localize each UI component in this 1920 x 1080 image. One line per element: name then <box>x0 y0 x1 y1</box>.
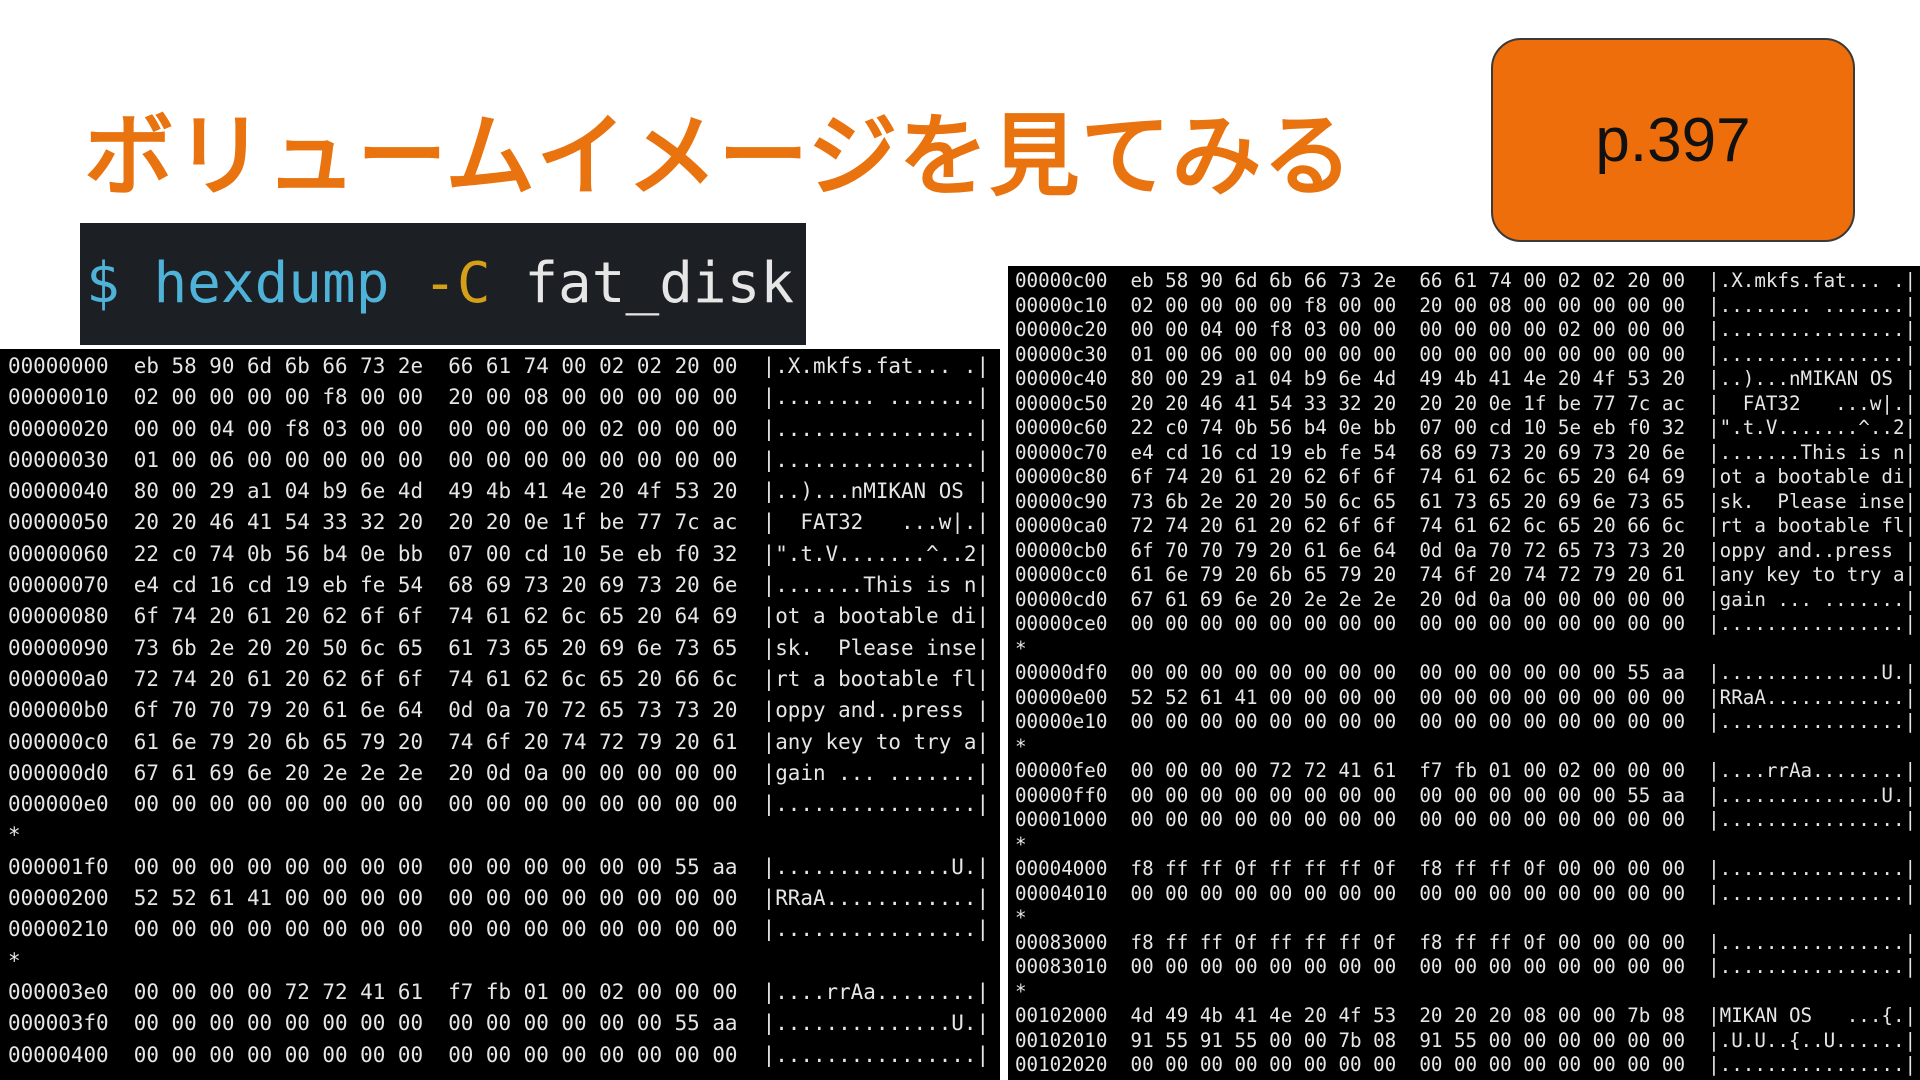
hexdump-line: 00004010 00 00 00 00 00 00 00 00 00 00 0… <box>1015 881 1917 905</box>
hexdump-line: * <box>1015 832 1027 856</box>
page-number-label: p.397 <box>1595 105 1751 175</box>
hexdump-line: 00000c80 6f 74 20 61 20 62 6f 6f 74 61 6… <box>1015 465 1917 488</box>
hexdump-line: 00000070 e4 cd 16 cd 19 eb fe 54 68 69 7… <box>8 573 990 598</box>
hexdump-line: 00083000 f8 ff ff 0f ff ff ff 0f f8 ff f… <box>1015 930 1917 954</box>
hexdump-line: 00000010 02 00 00 00 00 f8 00 00 20 00 0… <box>8 385 990 410</box>
hexdump-line: 000000a0 72 74 20 61 20 62 6f 6f 74 61 6… <box>8 666 990 691</box>
hexdump-line: 00000c10 02 00 00 00 00 f8 00 00 20 00 0… <box>1015 293 1917 317</box>
hexdump-line: 00083010 00 00 00 00 00 00 00 00 00 00 0… <box>1015 955 1917 978</box>
hexdump-line: 00000ca0 72 74 20 61 20 62 6f 6f 74 61 6… <box>1015 514 1917 537</box>
hexdump-line: 00000ff0 00 00 00 00 00 00 00 00 00 00 0… <box>1015 783 1917 807</box>
command-program: hexdump <box>153 251 390 316</box>
hexdump-line: 00001000 00 00 00 00 00 00 00 00 00 00 0… <box>1015 808 1917 831</box>
hexdump-line: 00000090 73 6b 2e 20 20 50 6c 65 61 73 6… <box>8 635 990 660</box>
hexdump-line: 00000c40 80 00 29 a1 04 b9 6e 4d 49 4b 4… <box>1015 367 1917 390</box>
hexdump-line: 00000050 20 20 46 41 54 33 32 20 20 20 0… <box>8 510 990 535</box>
hexdump-line: * <box>1015 734 1027 758</box>
hexdump-line: 00102000 4d 49 4b 41 4e 20 4f 53 20 20 2… <box>1015 1004 1917 1027</box>
hexdump-line: 000000d0 67 61 69 6e 20 2e 2e 2e 20 0d 0… <box>8 760 990 785</box>
shell-prompt: $ <box>86 251 120 316</box>
hexdump-line: 00000ce0 00 00 00 00 00 00 00 00 00 00 0… <box>1015 612 1917 635</box>
hexdump-line: 00000c50 20 20 46 41 54 33 32 20 20 20 0… <box>1015 391 1917 415</box>
hexdump-line: 000003f0 00 00 00 00 00 00 00 00 00 00 0… <box>8 1011 990 1036</box>
hexdump-line: 00000000 eb 58 90 6d 6b 66 73 2e 66 61 7… <box>8 354 990 378</box>
hexdump-line: 00000400 00 00 00 00 00 00 00 00 00 00 0… <box>8 1042 990 1067</box>
hexdump-line: * <box>1015 906 1027 929</box>
hexdump-line: 00000210 00 00 00 00 00 00 00 00 00 00 0… <box>8 917 990 942</box>
hexdump-line: * <box>8 948 21 973</box>
hexdump-line: 00102010 91 55 91 55 00 00 7b 08 91 55 0… <box>1015 1028 1917 1052</box>
hexdump-output-backup-and-fat: 00000c00 eb 58 90 6d 6b 66 73 2e 66 61 7… <box>1008 266 1920 1080</box>
slide-title: ボリュームイメージを見てみる <box>84 104 1354 209</box>
hexdump-output-boot-sector: 00000000 eb 58 90 6d 6b 66 73 2e 66 61 7… <box>0 349 1000 1080</box>
hexdump-line: 00000060 22 c0 74 0b 56 b4 0e bb 07 00 c… <box>8 541 990 566</box>
hexdump-line: * <box>8 823 21 848</box>
hexdump-line: 00000fe0 00 00 00 00 72 72 41 61 f7 fb 0… <box>1015 759 1917 782</box>
hexdump-line: 000001f0 00 00 00 00 00 00 00 00 00 00 0… <box>8 854 990 879</box>
hexdump-line: 00000200 52 52 61 41 00 00 00 00 00 00 0… <box>8 886 990 911</box>
hexdump-line: 00000c90 73 6b 2e 20 20 50 6c 65 61 73 6… <box>1015 489 1917 513</box>
hexdump-line: 00000c70 e4 cd 16 cd 19 eb fe 54 68 69 7… <box>1015 440 1917 464</box>
hexdump-line: 00000c30 01 00 06 00 00 00 00 00 00 00 0… <box>1015 342 1917 366</box>
command-line-box: $ hexdump -C fat_disk <box>80 223 806 345</box>
hexdump-line: 00004000 f8 ff ff 0f ff ff ff 0f f8 ff f… <box>1015 857 1917 880</box>
command-flag: -C <box>423 251 491 316</box>
hexdump-line: * <box>1015 636 1027 660</box>
hexdump-line: 00000e00 52 52 61 41 00 00 00 00 00 00 0… <box>1015 685 1917 709</box>
page-number-badge: p.397 <box>1491 38 1855 242</box>
hexdump-line: 00000c20 00 00 04 00 f8 03 00 00 00 00 0… <box>1015 318 1917 341</box>
hexdump-line: 00000c60 22 c0 74 0b 56 b4 0e bb 07 00 c… <box>1015 416 1917 439</box>
hexdump-line: 000000e0 00 00 00 00 00 00 00 00 00 00 0… <box>8 792 990 817</box>
hexdump-line: * <box>1015 979 1027 1003</box>
hexdump-line: 000000c0 61 6e 79 20 6b 65 79 20 74 6f 2… <box>8 729 990 754</box>
hexdump-line: 00000080 6f 74 20 61 20 62 6f 6f 74 61 6… <box>8 604 990 629</box>
hexdump-line: 00000030 01 00 06 00 00 00 00 00 00 00 0… <box>8 447 990 472</box>
hexdump-line: 000003e0 00 00 00 00 72 72 41 61 f7 fb 0… <box>8 979 990 1004</box>
command-argument: fat_disk <box>524 251 795 316</box>
hexdump-line: 00102020 00 00 00 00 00 00 00 00 00 00 0… <box>1015 1053 1917 1076</box>
hexdump-line: 00000cd0 67 61 69 6e 20 2e 2e 2e 20 0d 0… <box>1015 587 1917 611</box>
hexdump-line: 00000df0 00 00 00 00 00 00 00 00 00 00 0… <box>1015 661 1917 684</box>
hexdump-line: 00000040 80 00 29 a1 04 b9 6e 4d 49 4b 4… <box>8 479 990 504</box>
hexdump-line: 00000c00 eb 58 90 6d 6b 66 73 2e 66 61 7… <box>1015 269 1917 292</box>
hexdump-line: 00000020 00 00 04 00 f8 03 00 00 00 00 0… <box>8 416 990 441</box>
hexdump-line: 000000b0 6f 70 70 79 20 61 6e 64 0d 0a 7… <box>8 698 990 723</box>
hexdump-line: 00000cc0 61 6e 79 20 6b 65 79 20 74 6f 2… <box>1015 563 1917 586</box>
hexdump-line: 00000cb0 6f 70 70 79 20 61 6e 64 0d 0a 7… <box>1015 538 1917 562</box>
hexdump-line: 00000e10 00 00 00 00 00 00 00 00 00 00 0… <box>1015 710 1917 733</box>
